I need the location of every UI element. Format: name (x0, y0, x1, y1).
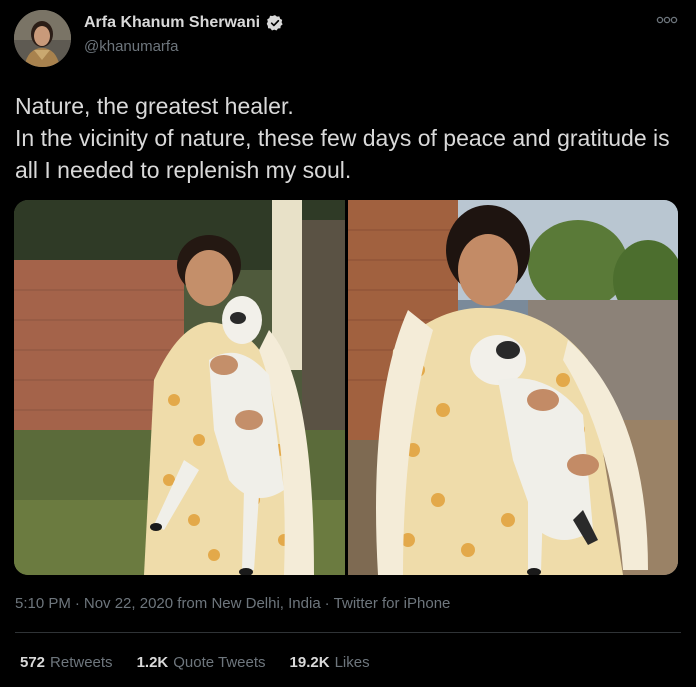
author-handle[interactable]: @khanumarfa (84, 38, 178, 55)
photo-2[interactable] (348, 200, 678, 575)
tweet-media[interactable] (14, 200, 678, 575)
tweet-line-2: In the vicinity of nature, these few day… (15, 125, 670, 183)
tweet-client[interactable]: Twitter for iPhone (334, 595, 451, 612)
avatar[interactable] (14, 10, 71, 67)
retweets-count: 572 (20, 654, 46, 671)
meta-separator: · (74, 595, 80, 612)
photo-1[interactable] (14, 200, 345, 575)
author-name-row[interactable]: Arfa Khanum Sherwani (84, 14, 284, 32)
likes-label: Likes (334, 654, 370, 671)
likes-count: 19.2K (289, 654, 330, 671)
verified-badge-icon (266, 15, 283, 31)
meta-separator: · (324, 595, 330, 612)
tweet-text: Nature, the greatest healer. In the vici… (15, 90, 685, 186)
tweet-line-1: Nature, the greatest healer. (15, 93, 294, 119)
retweets-label: Retweets (50, 654, 113, 671)
divider (15, 632, 681, 633)
author-display-name[interactable]: Arfa Khanum Sherwani (84, 14, 260, 32)
tweet-date-location[interactable]: Nov 22, 2020 from New Delhi, India (84, 595, 321, 612)
tweet-time[interactable]: 5:10 PM (15, 595, 71, 612)
engagement-stats: 572 Retweets 1.2K Quote Tweets 19.2K Lik… (20, 654, 370, 671)
retweets-stat[interactable]: 572 Retweets (20, 654, 113, 671)
tweet-meta: 5:10 PM · Nov 22, 2020 from New Delhi, I… (15, 595, 450, 612)
quote-tweets-count: 1.2K (136, 654, 169, 671)
likes-stat[interactable]: 19.2K Likes (290, 654, 370, 671)
more-options-icon[interactable] (656, 14, 678, 26)
quote-tweets-label: Quote Tweets (173, 654, 266, 671)
quote-tweets-stat[interactable]: 1.2K Quote Tweets (137, 654, 266, 671)
